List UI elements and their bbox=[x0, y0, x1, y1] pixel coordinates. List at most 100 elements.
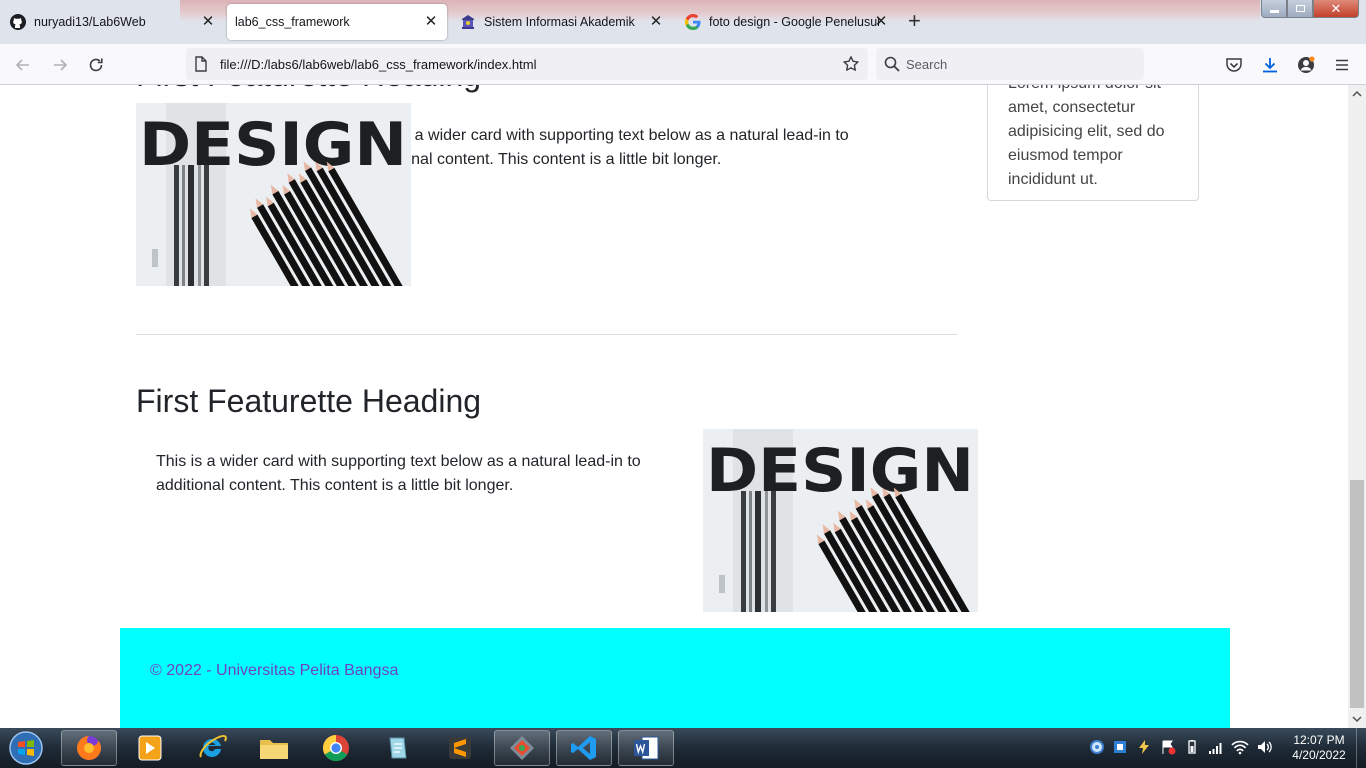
lightning-icon bbox=[1139, 740, 1149, 754]
close-icon: ✕ bbox=[1330, 0, 1342, 16]
vertical-scrollbar[interactable] bbox=[1348, 85, 1366, 728]
featurette-heading: First Featurette Heading bbox=[136, 383, 482, 419]
speaker-icon bbox=[1258, 741, 1272, 753]
search-icon bbox=[884, 56, 900, 72]
signal-bars-icon bbox=[1209, 743, 1222, 754]
chevron-down-icon bbox=[1352, 716, 1362, 723]
tray-signal-icon[interactable] bbox=[1207, 738, 1225, 756]
word-icon bbox=[634, 736, 659, 760]
bookmark-star-icon[interactable] bbox=[842, 55, 860, 73]
notepad-icon bbox=[389, 737, 407, 759]
design-pencils-image: DESIGN bbox=[136, 103, 411, 286]
sublime-text-icon bbox=[449, 737, 471, 759]
close-window-button[interactable]: ✕ bbox=[1313, 0, 1359, 18]
google-icon bbox=[685, 14, 701, 30]
downloads-button[interactable] bbox=[1257, 52, 1283, 78]
search-bar[interactable] bbox=[876, 48, 1144, 80]
tab-title: nuryadi13/Lab6Web bbox=[34, 15, 146, 29]
new-tab-button[interactable]: + bbox=[908, 10, 921, 32]
folder-icon bbox=[260, 740, 288, 759]
featurette-lead-text: This is a wider card with supporting tex… bbox=[156, 453, 641, 494]
github-icon bbox=[10, 14, 26, 30]
firefox-icon bbox=[77, 736, 101, 760]
taskbar-file-explorer[interactable] bbox=[246, 730, 302, 766]
search-input[interactable] bbox=[906, 54, 1126, 74]
reload-icon bbox=[89, 58, 103, 72]
taskbar-firefox[interactable] bbox=[61, 730, 117, 766]
taskbar-chrome[interactable] bbox=[308, 730, 364, 766]
internet-explorer-icon bbox=[199, 734, 227, 758]
tray-volume-icon[interactable] bbox=[1256, 738, 1274, 756]
hamburger-menu-icon bbox=[1336, 59, 1348, 71]
tray-magnifier-icon bbox=[1090, 740, 1104, 754]
windows-start-icon bbox=[9, 731, 43, 765]
pocket-button[interactable] bbox=[1221, 52, 1247, 78]
back-button[interactable] bbox=[10, 52, 36, 78]
address-bar[interactable]: file:///D:/labs6/lab6web/lab6_css_framew… bbox=[186, 48, 868, 80]
windows-taskbar: 12:07 PM 4/20/2022 bbox=[0, 728, 1366, 768]
featurette-heading: First Featurette Heading bbox=[136, 85, 481, 94]
tab-title: lab6_css_framework bbox=[235, 15, 350, 29]
tab-strip: nuryadi13/Lab6Web ✕ lab6_css_framework ✕… bbox=[0, 0, 1366, 44]
wifi-icon bbox=[1231, 740, 1249, 755]
tab-lab6-css-framework[interactable]: lab6_css_framework ✕ bbox=[227, 4, 447, 40]
taskbar-sublime-text[interactable] bbox=[432, 730, 488, 766]
tray-action-center-icon[interactable] bbox=[1159, 738, 1177, 756]
taskbar-vscode[interactable] bbox=[556, 730, 612, 766]
tray-battery-icon[interactable] bbox=[1183, 738, 1201, 756]
download-icon bbox=[1263, 58, 1277, 73]
sidebar-card: Lorem ipsum dolor sit amet, consectetur … bbox=[987, 85, 1199, 201]
reload-button[interactable] bbox=[83, 52, 109, 78]
battery-icon bbox=[1188, 740, 1196, 754]
close-tab-icon[interactable]: ✕ bbox=[648, 14, 664, 30]
tab-foto-design[interactable]: foto design - Google Penelusuran ✕ bbox=[675, 4, 897, 40]
tray-network-adapter-icon[interactable] bbox=[1111, 738, 1129, 756]
minimize-button[interactable] bbox=[1261, 0, 1287, 18]
forward-button[interactable] bbox=[47, 52, 73, 78]
close-tab-icon[interactable]: ✕ bbox=[423, 14, 439, 30]
clock-date: 4/20/2022 bbox=[1292, 748, 1346, 762]
scrollbar-thumb[interactable] bbox=[1350, 480, 1364, 708]
pocket-icon bbox=[1226, 58, 1242, 72]
taskbar-clock[interactable]: 12:07 PM 4/20/2022 bbox=[1284, 733, 1354, 763]
url-text: file:///D:/labs6/lab6web/lab6_css_framew… bbox=[220, 57, 537, 72]
media-player-icon bbox=[138, 735, 162, 761]
taskbar-notepad[interactable] bbox=[370, 730, 426, 766]
design-lettering: DESIGN bbox=[706, 436, 974, 506]
tab-github[interactable]: nuryadi13/Lab6Web ✕ bbox=[0, 4, 224, 40]
close-tab-icon[interactable]: ✕ bbox=[873, 14, 889, 30]
page-viewport: First Featurette Heading This is a wider… bbox=[0, 85, 1348, 728]
taskbar-git[interactable] bbox=[494, 730, 550, 766]
start-button[interactable] bbox=[6, 730, 46, 766]
navigation-toolbar: file:///D:/labs6/lab6web/lab6_css_framew… bbox=[0, 44, 1366, 85]
taskbar-media-player[interactable] bbox=[122, 730, 178, 766]
design-pencils-image: DESIGN bbox=[703, 429, 978, 612]
tab-title: foto design - Google Penelusuran bbox=[709, 15, 879, 29]
scroll-down-button[interactable] bbox=[1348, 711, 1366, 728]
tray-search-icon[interactable] bbox=[1088, 738, 1106, 756]
tab-sistem-informasi[interactable]: Sistem Informasi Akademik ✕ bbox=[450, 4, 672, 40]
scroll-up-button[interactable] bbox=[1348, 85, 1366, 102]
restore-button[interactable] bbox=[1287, 0, 1313, 18]
restore-icon bbox=[1295, 5, 1305, 12]
vscode-icon bbox=[571, 736, 596, 760]
taskbar-internet-explorer[interactable] bbox=[184, 730, 240, 766]
tray-wifi-icon[interactable] bbox=[1231, 738, 1249, 756]
minimize-icon bbox=[1269, 10, 1279, 13]
account-button[interactable] bbox=[1293, 52, 1319, 78]
page-icon bbox=[195, 56, 207, 72]
show-desktop-button[interactable] bbox=[1356, 728, 1366, 768]
close-tab-icon[interactable]: ✕ bbox=[200, 14, 216, 30]
page-footer: © 2022 - Universitas Pelita Bangsa bbox=[120, 628, 1230, 728]
tray-power-icon[interactable] bbox=[1135, 738, 1153, 756]
menu-button[interactable] bbox=[1329, 52, 1355, 78]
featurette-divider bbox=[136, 334, 957, 335]
network-adapter-icon bbox=[1114, 741, 1126, 753]
git-icon bbox=[510, 736, 534, 760]
account-avatar-icon bbox=[1298, 56, 1315, 73]
footer-copyright: © 2022 - Universitas Pelita Bangsa bbox=[150, 662, 399, 679]
taskbar-word[interactable] bbox=[618, 730, 674, 766]
design-lettering: DESIGN bbox=[139, 110, 407, 180]
campus-logo-icon bbox=[462, 15, 474, 29]
forward-arrow-icon bbox=[54, 59, 68, 71]
